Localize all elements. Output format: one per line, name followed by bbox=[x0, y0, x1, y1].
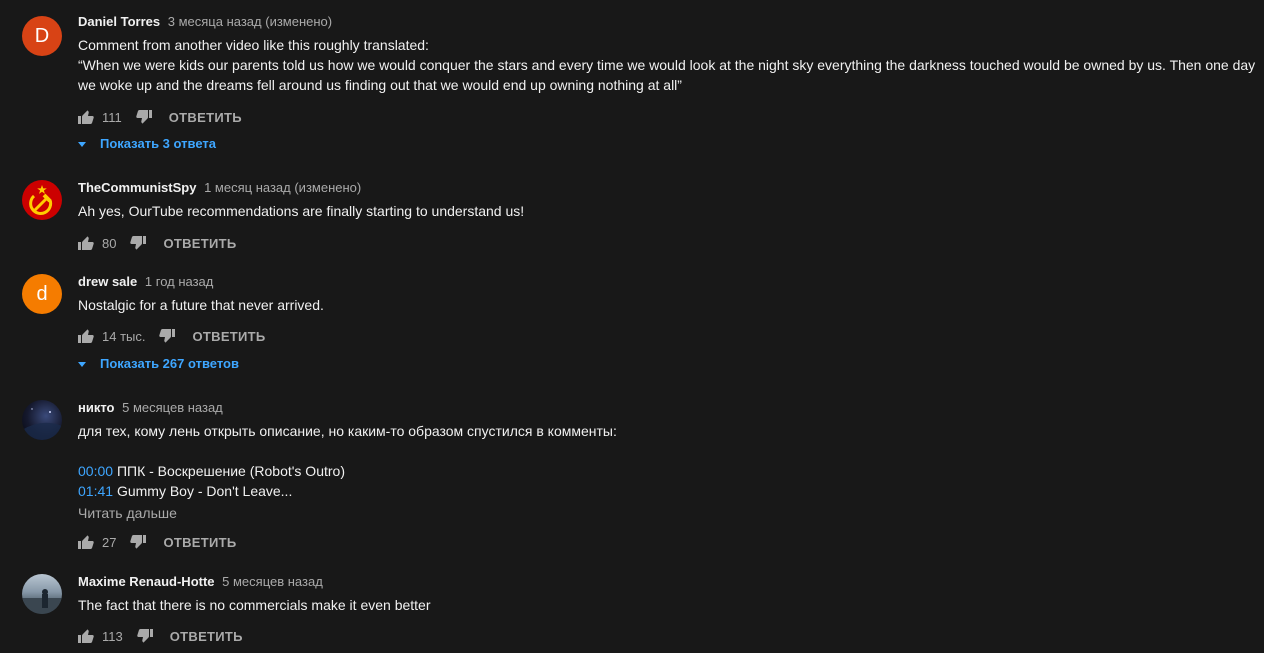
thumbs-up-icon[interactable] bbox=[78, 628, 94, 644]
reply-button[interactable]: ОТВЕТИТЬ bbox=[170, 629, 243, 644]
like-count: 27 bbox=[102, 534, 117, 550]
comment-text: Ah yes, OurTube recommendations are fina… bbox=[78, 201, 524, 221]
comment-line: Ah yes, OurTube recommendations are fina… bbox=[78, 203, 525, 219]
like-count: 111 bbox=[102, 109, 122, 125]
thumbs-up-icon[interactable] bbox=[78, 328, 94, 344]
like-count: 80 bbox=[102, 235, 117, 251]
comment-header: Daniel Torres 3 месяца назад (изменено) bbox=[78, 14, 332, 30]
show-replies-button[interactable]: Показать 3 ответа bbox=[78, 136, 216, 151]
comment-line: we woke up and the dreams fell around us… bbox=[78, 77, 682, 93]
author-name[interactable]: drew sale bbox=[78, 274, 137, 289]
avatar[interactable] bbox=[22, 574, 62, 614]
avatar[interactable] bbox=[22, 400, 62, 440]
thumbs-down-icon[interactable] bbox=[130, 534, 147, 550]
reply-button[interactable]: ОТВЕТИТЬ bbox=[163, 236, 236, 251]
thumbs-down-icon[interactable] bbox=[136, 109, 152, 125]
comment-line: The fact that there is no commercials ma… bbox=[78, 597, 431, 613]
avatar-letter: d bbox=[36, 282, 48, 305]
comment-text: Comment from another video like this rou… bbox=[78, 35, 1255, 95]
caret-down-icon bbox=[78, 361, 86, 367]
thumbs-up-icon[interactable] bbox=[78, 235, 94, 251]
comment-toolbar: 14 тыс. ОТВЕТИТЬ bbox=[78, 327, 266, 345]
comment-line: Nostalgic for a future that never arrive… bbox=[78, 297, 324, 313]
comment-line: для тех, кому лень открыть описание, но … bbox=[78, 423, 617, 439]
comment-header: TheCommunistSpy 1 месяц назад (изменено) bbox=[78, 180, 361, 196]
comment-time[interactable]: 1 месяц назад (изменено) bbox=[204, 180, 361, 195]
timestamp-link[interactable]: 01:41 bbox=[78, 483, 113, 499]
thumbs-down-icon[interactable] bbox=[159, 328, 176, 344]
track-line: 01:41 Gummy Boy - Don't Leave... bbox=[78, 481, 617, 501]
comment-toolbar: 27 ОТВЕТИТЬ bbox=[78, 533, 237, 551]
caret-down-icon bbox=[78, 141, 86, 147]
comment-text: The fact that there is no commercials ma… bbox=[78, 595, 431, 615]
timestamp-link[interactable]: 00:00 bbox=[78, 463, 113, 479]
comment-line: Comment from another video like this rou… bbox=[78, 37, 429, 53]
comment-header: drew sale 1 год назад bbox=[78, 274, 213, 290]
comment-toolbar: 80 ОТВЕТИТЬ bbox=[78, 234, 237, 252]
avatar[interactable]: D bbox=[22, 16, 62, 56]
comment-time[interactable]: 3 месяца назад (изменено) bbox=[168, 14, 332, 29]
comment-line: “When we were kids our parents told us h… bbox=[78, 57, 1256, 73]
track-title: ППК - Воскрешение (Robot's Outro) bbox=[116, 463, 345, 479]
reply-button[interactable]: ОТВЕТИТЬ bbox=[192, 329, 265, 344]
avatar[interactable]: d bbox=[22, 274, 62, 314]
like-count: 113 bbox=[102, 628, 123, 644]
avatar[interactable] bbox=[22, 180, 62, 220]
author-name[interactable]: Maxime Renaud-Hotte bbox=[78, 574, 215, 589]
comment-time[interactable]: 5 месяцев назад bbox=[222, 574, 323, 589]
show-replies-label: Показать 267 ответов bbox=[100, 356, 239, 371]
thumbs-up-icon[interactable] bbox=[78, 534, 94, 550]
author-name[interactable]: TheCommunistSpy bbox=[78, 180, 196, 195]
show-replies-label: Показать 3 ответа bbox=[100, 136, 216, 151]
comment-toolbar: 111 ОТВЕТИТЬ bbox=[78, 108, 242, 126]
photo-avatar-icon bbox=[22, 589, 62, 614]
track-line: 00:00 ППК - Воскрешение (Robot's Outro) bbox=[78, 461, 617, 481]
like-count: 14 тыс. bbox=[102, 328, 146, 344]
track-title: Gummy Boy - Don't Leave... bbox=[116, 483, 293, 499]
comment-header: Maxime Renaud-Hotte 5 месяцев назад bbox=[78, 574, 323, 590]
thumbs-down-icon[interactable] bbox=[136, 628, 153, 644]
author-name[interactable]: Daniel Torres bbox=[78, 14, 160, 29]
earth-from-space-icon bbox=[22, 408, 62, 440]
comment-text: для тех, кому лень открыть описание, но … bbox=[78, 421, 617, 501]
read-more-button[interactable]: Читать дальше bbox=[78, 503, 177, 523]
thumbs-down-icon[interactable] bbox=[130, 235, 147, 251]
avatar-letter: D bbox=[34, 24, 50, 47]
reply-button[interactable]: ОТВЕТИТЬ bbox=[163, 535, 236, 550]
comment-time[interactable]: 5 месяцев назад bbox=[122, 400, 223, 415]
thumbs-up-icon[interactable] bbox=[78, 109, 94, 125]
author-name[interactable]: никто bbox=[78, 400, 115, 415]
show-replies-button[interactable]: Показать 267 ответов bbox=[78, 356, 239, 371]
comment-time[interactable]: 1 год назад bbox=[145, 274, 213, 289]
comment-toolbar: 113 ОТВЕТИТЬ bbox=[78, 627, 243, 645]
hammer-sickle-icon bbox=[29, 185, 53, 215]
comment-header: никто 5 месяцев назад bbox=[78, 400, 223, 416]
comment-text: Nostalgic for a future that never arrive… bbox=[78, 295, 324, 315]
reply-button[interactable]: ОТВЕТИТЬ bbox=[169, 110, 242, 125]
